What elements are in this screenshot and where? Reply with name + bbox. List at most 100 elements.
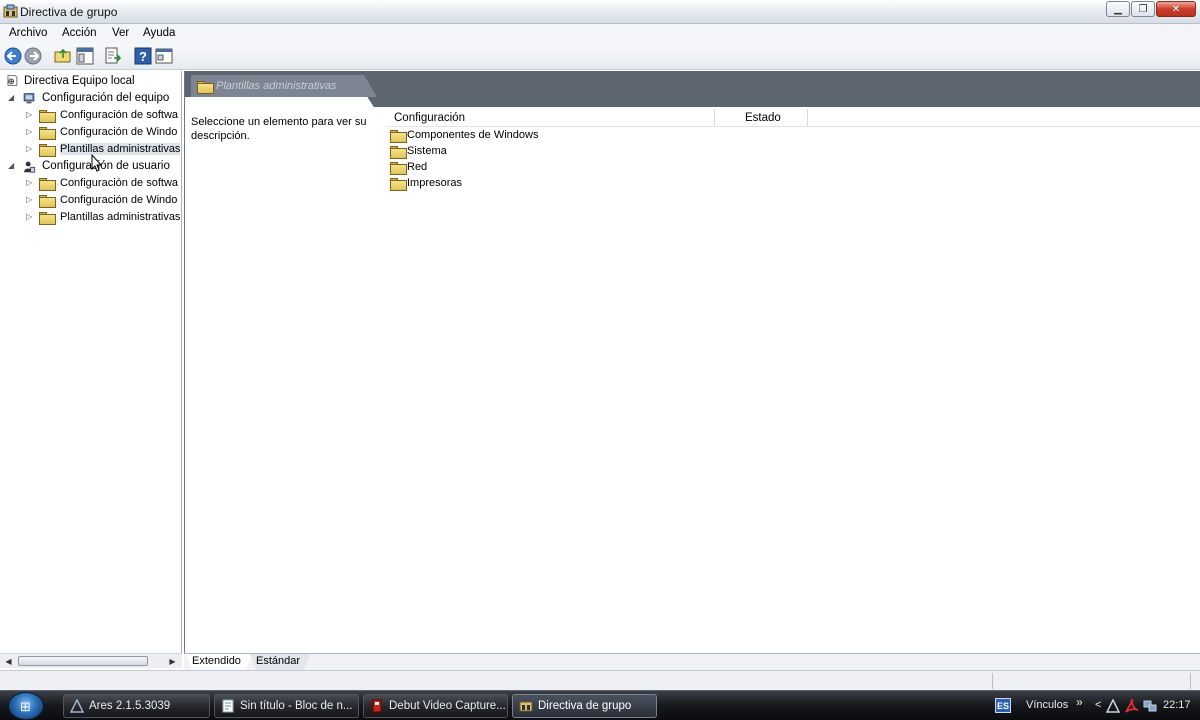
collapse-arrow-icon[interactable]: ◢ — [8, 94, 16, 102]
tree-item-computer-windows[interactable]: ▷ Configuración de Windo — [26, 125, 181, 141]
taskbar-button-group-policy[interactable]: Directiva de grupo — [512, 694, 657, 718]
menu-archivo[interactable]: Archivo — [9, 24, 47, 39]
tree-item-user-windows[interactable]: ▷ Configuración de Windo — [26, 193, 181, 209]
expand-arrow-icon[interactable]: ▷ — [26, 213, 34, 221]
links-toolbar[interactable]: Vínculos — [1026, 699, 1068, 711]
taskbar-button-label: Ares 2.1.5.3039 — [89, 700, 171, 712]
title-bar: Directiva de grupo ▁ ❐ ✕ — [0, 0, 1200, 24]
column-divider[interactable] — [807, 109, 808, 126]
svg-text:?: ? — [139, 49, 147, 64]
folder-icon — [39, 178, 56, 191]
folder-icon — [197, 81, 214, 94]
group-policy-icon — [519, 701, 533, 712]
mouse-cursor-icon — [91, 154, 103, 172]
windows-logo-icon: ⊞ — [20, 699, 31, 714]
list-item-red[interactable]: Red — [390, 160, 590, 176]
column-divider[interactable] — [714, 109, 715, 126]
ares-icon — [70, 699, 84, 713]
description-text: Seleccione un elemento para ver su descr… — [191, 116, 367, 142]
toolbar: ? — [0, 44, 1200, 70]
up-folder-icon[interactable] — [54, 47, 72, 65]
taskbar: ⊞ Ares 2.1.5.3039 Sin título - Bloc de n… — [0, 690, 1200, 720]
tree-item-label: Configuración de usuario — [42, 160, 170, 172]
folder-icon — [39, 110, 56, 123]
window-title: Directiva de grupo — [20, 5, 118, 19]
list-item-sistema[interactable]: Sistema — [390, 144, 590, 160]
back-arrow-icon[interactable] — [4, 47, 22, 65]
local-policy-icon — [7, 75, 18, 86]
language-indicator[interactable]: ES — [995, 698, 1011, 713]
scroll-thumb[interactable] — [18, 656, 148, 666]
tree-pane: Directiva Equipo local ◢ Configuración d… — [0, 71, 182, 653]
tab-estandar[interactable]: Estándar — [250, 654, 310, 670]
details-header-title: Plantillas administrativas — [216, 80, 337, 92]
ares-tray-icon[interactable] — [1106, 699, 1120, 713]
taskbar-button-debut[interactable]: Debut Video Capture... — [363, 694, 508, 718]
tree-item-computer-config[interactable]: ◢ Configuración del equipo — [8, 91, 181, 107]
tree-horizontal-scrollbar[interactable]: ◀ ▶ — [0, 653, 182, 668]
menu-accion[interactable]: Acción — [62, 24, 97, 39]
show-hide-tree-icon[interactable] — [76, 47, 94, 65]
notepad-icon — [222, 699, 234, 713]
list-item-label: Impresoras — [407, 177, 463, 189]
taskbar-button-notepad[interactable]: Sin título - Bloc de n... — [214, 694, 359, 718]
user-icon — [24, 161, 36, 173]
menu-ver[interactable]: Ver — [112, 24, 129, 39]
export-list-icon[interactable] — [104, 47, 122, 65]
maximize-button[interactable]: ❐ — [1131, 1, 1155, 17]
tree-item-user-admin-templates[interactable]: ▷ Plantillas administrativas — [26, 210, 181, 226]
folder-icon — [39, 212, 56, 225]
scroll-left-icon[interactable]: ◀ — [3, 656, 14, 667]
folder-icon — [39, 144, 56, 157]
tree-root[interactable]: Directiva Equipo local — [4, 74, 181, 90]
folder-icon — [390, 146, 407, 159]
expand-arrow-icon[interactable]: ▷ — [26, 128, 34, 136]
collapse-arrow-icon[interactable]: ◢ — [8, 162, 16, 170]
expand-arrow-icon[interactable]: ▷ — [26, 179, 34, 187]
acrobat-tray-icon[interactable] — [1124, 698, 1140, 714]
tree-item-label: Plantillas administrativas — [60, 211, 181, 223]
tree-item-computer-admin-templates[interactable]: ▷ Plantillas administrativas — [26, 142, 181, 158]
help-icon[interactable]: ? — [134, 47, 152, 65]
network-tray-icon[interactable] — [1143, 699, 1157, 713]
menu-ayuda[interactable]: Ayuda — [143, 24, 175, 39]
column-estado[interactable]: Estado — [745, 112, 781, 124]
tree-item-label: Configuración de softwa — [60, 109, 179, 121]
start-button[interactable]: ⊞ — [8, 692, 44, 720]
computer-icon — [23, 93, 35, 104]
tree-item-computer-software[interactable]: ▷ Configuración de softwa — [26, 108, 181, 124]
expand-arrow-icon[interactable]: ▷ — [26, 196, 34, 204]
forward-arrow-icon[interactable] — [24, 47, 42, 65]
tree-item-user-software[interactable]: ▷ Configuración de softwa — [26, 176, 181, 192]
tree-item-label: Configuración de softwa — [60, 177, 179, 189]
details-header-tab: Plantillas administrativas — [191, 75, 377, 97]
group-policy-icon — [3, 4, 18, 18]
tree-root-label: Directiva Equipo local — [24, 75, 135, 87]
tree-item-label: Configuración de Windo — [60, 194, 178, 206]
expand-arrow-icon[interactable]: ▷ — [26, 111, 34, 119]
expand-arrow-icon[interactable]: ▷ — [26, 145, 34, 153]
links-chevron-icon[interactable]: » — [1076, 695, 1083, 709]
properties-icon[interactable] — [155, 47, 173, 65]
menu-bar: Archivo Acción Ver Ayuda — [0, 24, 1200, 44]
minimize-button[interactable]: ▁ — [1106, 1, 1130, 17]
column-configuracion[interactable]: Configuración — [394, 112, 714, 126]
scroll-right-icon[interactable]: ▶ — [167, 656, 178, 667]
tree-item-label: Configuración del equipo — [42, 92, 170, 104]
folder-icon — [390, 130, 407, 143]
status-bar — [0, 670, 1200, 690]
tab-extendido[interactable]: Extendido — [186, 654, 252, 670]
column-header: Configuración Estado — [386, 109, 1200, 127]
taskbar-button-ares[interactable]: Ares 2.1.5.3039 — [63, 694, 210, 718]
folder-icon — [390, 162, 407, 175]
list-item-label: Componentes de Windows — [407, 129, 539, 141]
taskbar-button-label: Directiva de grupo — [538, 700, 632, 712]
list-item-componentes[interactable]: Componentes de Windows — [390, 128, 590, 144]
list-item-label: Sistema — [407, 145, 447, 157]
tray-expand-icon[interactable]: < — [1095, 699, 1101, 711]
list-item-impresoras[interactable]: Impresoras — [390, 176, 590, 192]
view-tabs: Extendido Estándar — [184, 653, 1200, 670]
folder-icon — [39, 195, 56, 208]
close-button[interactable]: ✕ — [1156, 1, 1196, 17]
clock[interactable]: 22:17 — [1163, 699, 1191, 711]
